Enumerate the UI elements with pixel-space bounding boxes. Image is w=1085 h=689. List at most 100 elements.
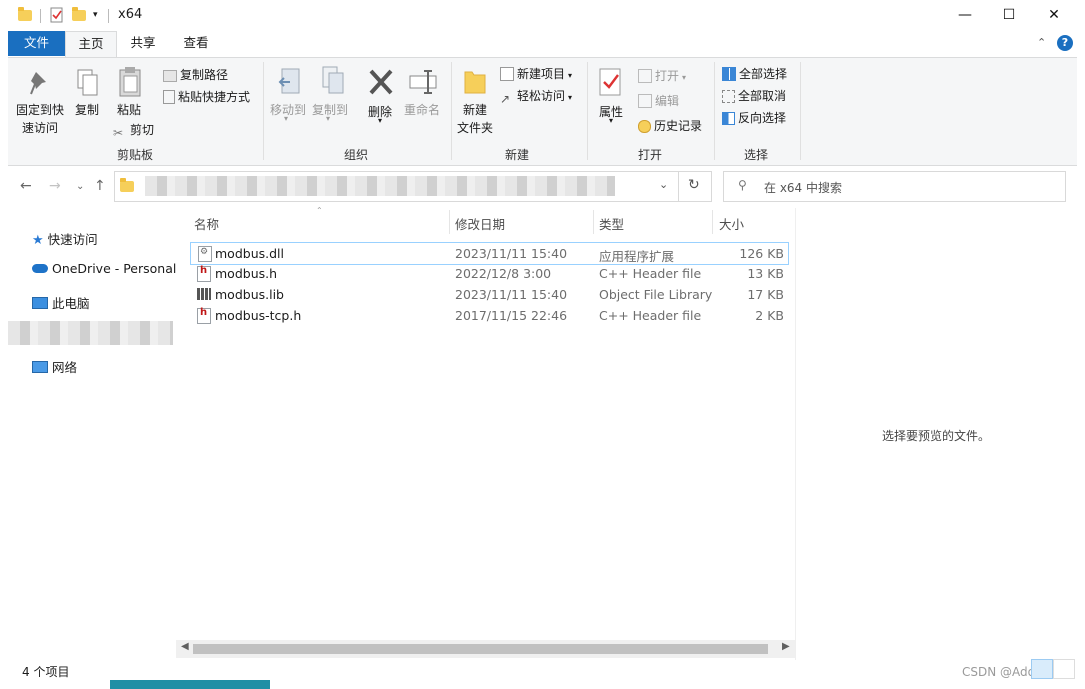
close-button[interactable]: ✕ — [1031, 0, 1077, 30]
invert-selection-label: 反向选择 — [738, 111, 787, 125]
file-name: modbus.h — [215, 266, 278, 281]
file-type: Object File Library — [599, 287, 713, 302]
file-row[interactable]: modbus.dll 2023/11/11 15:40 应用程序扩展 126 K… — [190, 242, 789, 265]
refresh-icon[interactable]: ↻ — [688, 177, 700, 193]
file-row[interactable]: modbus.lib 2023/11/11 15:40 Object File … — [190, 284, 789, 305]
history-button[interactable]: 历史记录 — [638, 117, 702, 134]
background-banner — [110, 680, 270, 689]
dropdown-arrow-icon: ▾ — [284, 114, 289, 123]
open-label: 打开 — [655, 69, 680, 83]
preview-pane-divider[interactable] — [795, 208, 796, 660]
invert-selection-button[interactable]: 反向选择 — [722, 109, 786, 126]
properties-icon — [599, 68, 621, 96]
dropdown-arrow-icon: ▾ — [378, 116, 383, 125]
column-divider[interactable] — [593, 210, 594, 234]
new-item-icon — [500, 67, 514, 81]
scrollbar-thumb[interactable] — [193, 644, 768, 654]
address-bar[interactable]: ⌄ ↻ — [114, 171, 712, 202]
nav-item-network[interactable]: 网络 — [32, 357, 77, 376]
scroll-left-icon[interactable]: ◀ — [181, 641, 189, 652]
search-icon: ⚲ — [738, 178, 747, 192]
tab-view[interactable]: 查看 — [175, 31, 217, 56]
open-button[interactable]: 打开 ▾ — [638, 67, 686, 84]
nav-item-label: 网络 — [51, 360, 77, 375]
column-divider[interactable] — [712, 210, 713, 234]
ribbon-tabs: 文件 主页 共享 查看 ⌃ ? — [0, 31, 1085, 58]
file-row[interactable]: modbus.h 2022/12/8 3:00 C++ Header file … — [190, 263, 789, 284]
tab-share[interactable]: 共享 — [122, 31, 164, 56]
rename-icon — [409, 70, 437, 94]
properties-quick-icon[interactable] — [50, 7, 64, 23]
separator — [108, 9, 109, 23]
dropdown-arrow-icon: ▾ — [682, 73, 687, 82]
ribbon: 固定到快 速访问 复制 粘贴 复制路径 粘贴快捷方式 ✂ 剪切 剪贴板 移动到 ▾ — [8, 57, 1077, 166]
chevron-up-icon[interactable]: ⌃ — [1037, 36, 1046, 49]
select-all-button[interactable]: 全部选择 — [722, 65, 787, 82]
recent-locations-icon[interactable]: ⌄ — [76, 181, 84, 192]
new-group-label: 新建 — [505, 148, 530, 162]
tab-file[interactable]: 文件 — [8, 31, 65, 56]
paste-shortcut-button[interactable]: 粘贴快捷方式 — [163, 88, 250, 105]
redacted-path — [145, 176, 615, 196]
dropdown-arrow-icon: ▾ — [568, 93, 573, 102]
column-header-name[interactable]: 名称 — [194, 214, 219, 233]
window-title: x64 — [118, 7, 143, 22]
nav-item-onedrive[interactable]: OneDrive - Personal — [32, 261, 176, 276]
file-name: modbus.lib — [215, 287, 284, 302]
paste-shortcut-label: 粘贴快捷方式 — [178, 90, 251, 104]
back-arrow-icon[interactable]: ← — [20, 178, 32, 194]
file-name: modbus.dll — [215, 246, 284, 261]
copy-label: 复制 — [75, 103, 100, 117]
copy-path-button[interactable]: 复制路径 — [163, 66, 228, 83]
help-icon[interactable]: ? — [1057, 35, 1073, 51]
new-item-button[interactable]: 新建项目 ▾ — [500, 65, 572, 82]
maximize-button[interactable]: ☐ — [986, 0, 1032, 30]
explorer-window: ▾ x64 — ☐ ✕ 文件 主页 共享 查看 ⌃ ? 固定到快 速访问 复制 … — [0, 0, 1085, 689]
file-date: 2017/11/15 22:46 — [455, 308, 568, 323]
details-view-icon[interactable] — [1031, 659, 1053, 679]
customize-quick-access-icon[interactable]: ▾ — [93, 10, 98, 26]
nav-item-this-pc[interactable]: 此电脑 — [32, 293, 90, 312]
dropdown-arrow-icon: ▾ — [609, 116, 614, 125]
column-header-type[interactable]: 类型 — [599, 214, 624, 233]
history-icon — [638, 120, 651, 133]
large-icons-view-icon[interactable] — [1053, 659, 1075, 679]
column-header-size[interactable]: 大小 — [719, 214, 744, 233]
header-file-icon — [197, 307, 211, 324]
search-placeholder: 在 x64 中搜索 — [764, 181, 843, 195]
easy-access-button[interactable]: ↗ 轻松访问 ▾ — [500, 87, 572, 106]
invert-selection-icon — [722, 112, 735, 125]
file-size: 13 KB — [747, 266, 784, 281]
column-header-date[interactable]: 修改日期 — [455, 214, 505, 233]
edit-label: 编辑 — [655, 94, 680, 108]
easy-access-icon: ↗ — [500, 92, 511, 106]
file-date: 2023/11/11 15:40 — [455, 287, 568, 302]
dropdown-arrow-icon: ▾ — [568, 71, 573, 80]
chevron-down-icon[interactable]: ⌄ — [659, 178, 668, 191]
minimize-button[interactable]: — — [942, 0, 988, 30]
tab-home[interactable]: 主页 — [65, 31, 117, 58]
copy-to-icon — [322, 66, 344, 94]
nav-item-quick-access[interactable]: ★ 快速访问 — [32, 229, 98, 248]
file-type: C++ Header file — [599, 308, 702, 323]
computer-icon — [32, 297, 48, 309]
select-none-label: 全部取消 — [738, 89, 787, 103]
search-box[interactable]: ⚲ 在 x64 中搜索 — [723, 171, 1066, 202]
up-arrow-icon[interactable]: ↑ — [94, 178, 106, 194]
horizontal-scrollbar[interactable]: ◀ ▶ — [176, 640, 795, 658]
file-row[interactable]: modbus-tcp.h 2017/11/15 22:46 C++ Header… — [190, 305, 789, 326]
column-divider[interactable] — [449, 210, 450, 234]
paste-label: 粘贴 — [117, 103, 142, 117]
forward-arrow-icon[interactable]: → — [49, 178, 61, 194]
new-folder-icon — [464, 71, 486, 94]
pin-icon — [30, 72, 46, 95]
navigation-pane: ★ 快速访问 OneDrive - Personal 此电脑 网络 — [8, 208, 176, 660]
cut-button[interactable]: ✂ 剪切 — [113, 121, 154, 140]
pin-label-1: 固定到快 — [16, 103, 65, 117]
select-none-button[interactable]: 全部取消 — [722, 87, 786, 104]
edit-button[interactable]: 编辑 — [638, 92, 679, 109]
scroll-right-icon[interactable]: ▶ — [782, 641, 790, 652]
clipboard-icon — [119, 67, 141, 97]
group-separator — [800, 62, 801, 160]
file-type: C++ Header file — [599, 266, 702, 281]
